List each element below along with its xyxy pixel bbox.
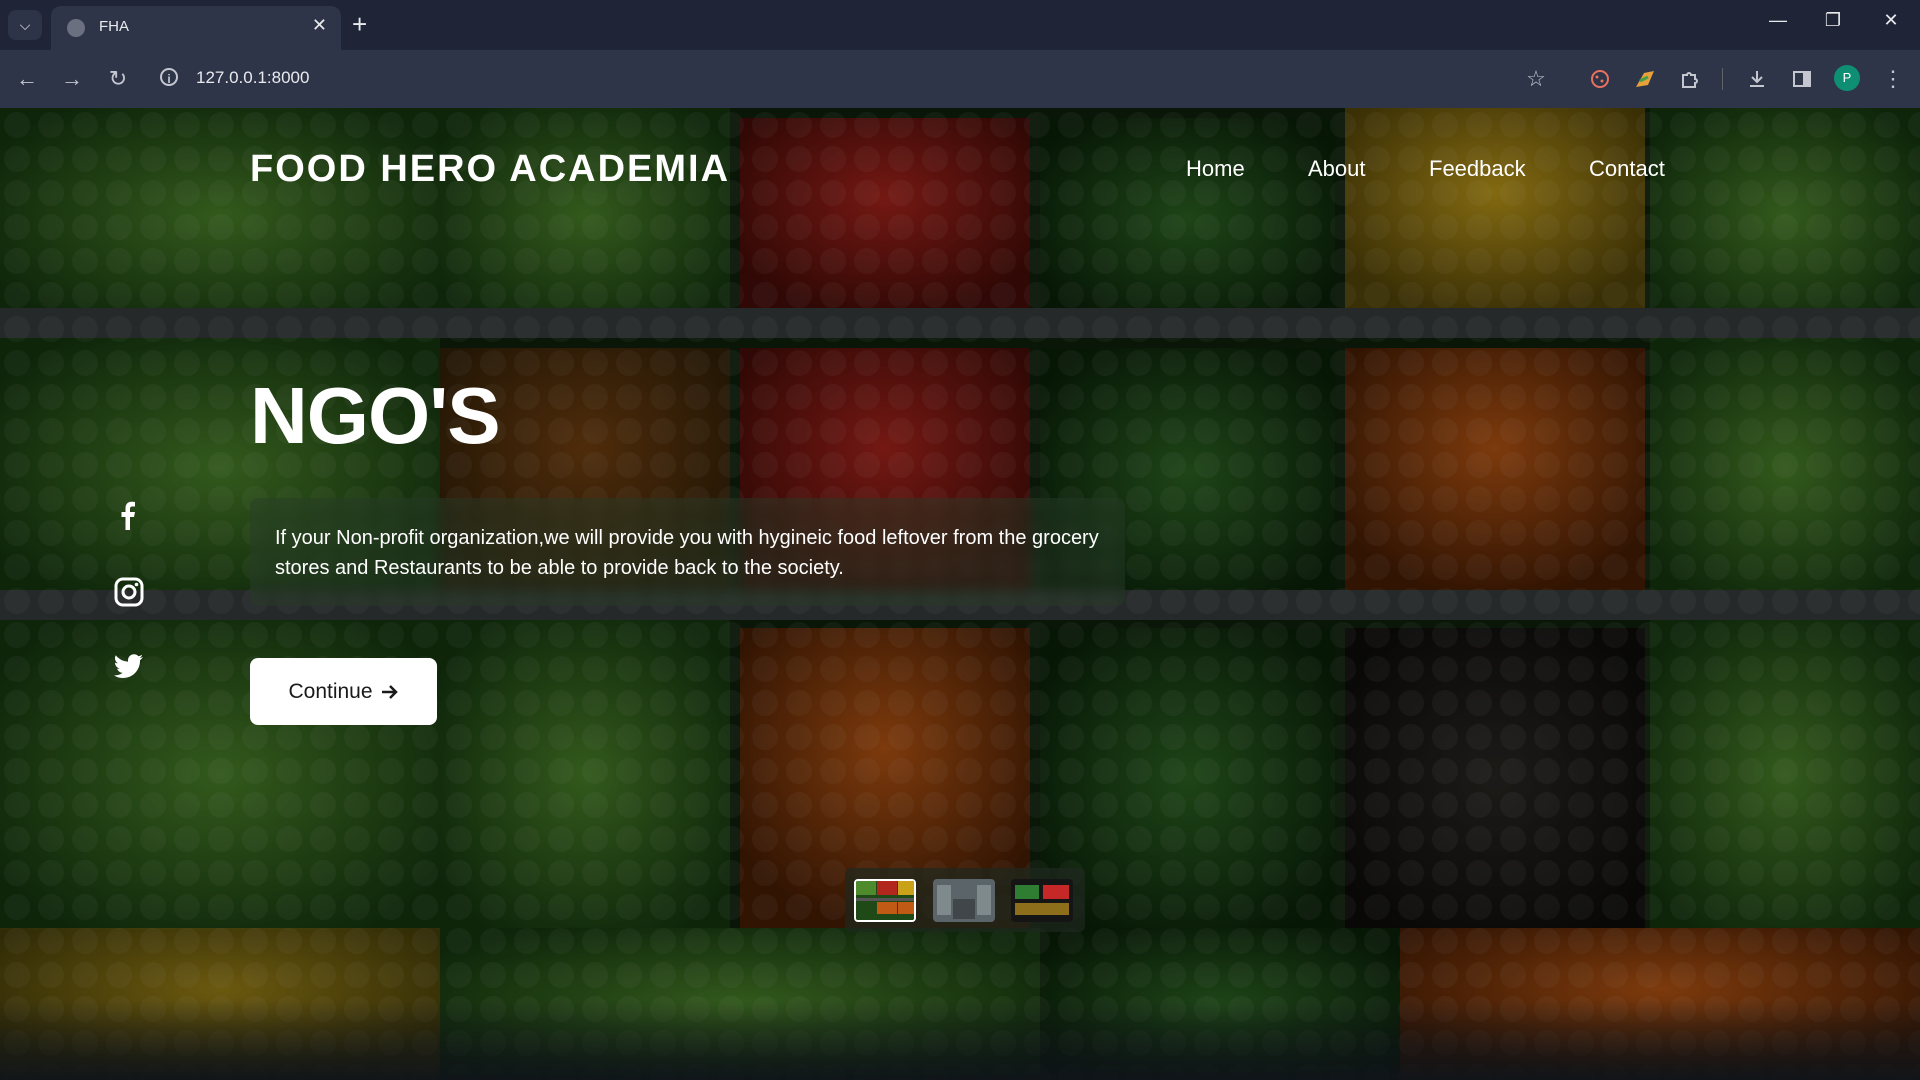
extension-cookie-icon[interactable] — [1585, 64, 1615, 94]
slide-thumbnail-2[interactable] — [933, 879, 995, 922]
bottom-fade — [0, 1000, 1920, 1080]
globe-icon — [67, 19, 85, 37]
site-info-icon[interactable]: i — [160, 68, 178, 86]
continue-button[interactable]: Continue — [250, 658, 437, 725]
twitter-icon[interactable] — [113, 654, 144, 685]
download-icon[interactable] — [1742, 64, 1772, 94]
toolbar-separator — [1722, 68, 1723, 90]
tab-search-button[interactable]: ⌵ — [8, 10, 42, 40]
extension-color-icon[interactable] — [1630, 64, 1660, 94]
nav-home[interactable]: Home — [1186, 156, 1245, 182]
nav-feedback[interactable]: Feedback — [1429, 156, 1526, 182]
instagram-icon[interactable] — [114, 577, 144, 612]
page-viewport: FOOD HERO ACADEMIA Home About Feedback C… — [0, 108, 1920, 1080]
new-tab-button[interactable]: + — [352, 9, 367, 39]
close-window-button[interactable]: ✕ — [1871, 10, 1911, 31]
chevron-down-icon: ⌵ — [19, 16, 31, 33]
slide-thumbnail-1[interactable] — [854, 879, 916, 922]
bookmark-star-icon[interactable]: ☆ — [1521, 64, 1551, 94]
restore-button[interactable]: ❐ — [1813, 10, 1853, 31]
back-icon[interactable]: ← — [12, 64, 42, 94]
forward-icon[interactable]: → — [57, 64, 87, 94]
arrow-right-icon — [381, 684, 398, 699]
menu-kebab-icon[interactable]: ⋮ — [1878, 64, 1908, 94]
slide-thumbnail-3[interactable] — [1011, 879, 1073, 922]
tab-title: FHA — [99, 18, 129, 35]
description-text: If your Non-profit organization,we will … — [275, 527, 1099, 579]
browser-tabstrip: ⌵ FHA ✕ + — ❐ ✕ — [0, 0, 1920, 50]
close-tab-icon[interactable]: ✕ — [312, 15, 327, 36]
minimize-button[interactable]: — — [1758, 10, 1798, 31]
continue-label: Continue — [288, 679, 373, 703]
extensions-puzzle-icon[interactable] — [1675, 64, 1705, 94]
browser-toolbar: ← → ↻ i 127.0.0.1:8000 ☆ P ⋮ — [0, 50, 1920, 108]
nav-contact[interactable]: Contact — [1589, 156, 1665, 182]
slider-thumbnails — [845, 868, 1085, 932]
facebook-icon[interactable] — [114, 500, 142, 535]
description-card: If your Non-profit organization,we will … — [250, 498, 1125, 606]
address-bar[interactable]: 127.0.0.1:8000 — [196, 68, 309, 88]
side-panel-icon[interactable] — [1787, 64, 1817, 94]
nav-about[interactable]: About — [1308, 156, 1366, 182]
reload-icon[interactable]: ↻ — [103, 64, 133, 94]
browser-tab[interactable]: FHA ✕ — [51, 6, 341, 50]
page-title: NGO'S — [250, 371, 501, 460]
profile-avatar[interactable]: P — [1834, 65, 1860, 91]
site-logo-text[interactable]: FOOD HERO ACADEMIA — [250, 148, 730, 191]
